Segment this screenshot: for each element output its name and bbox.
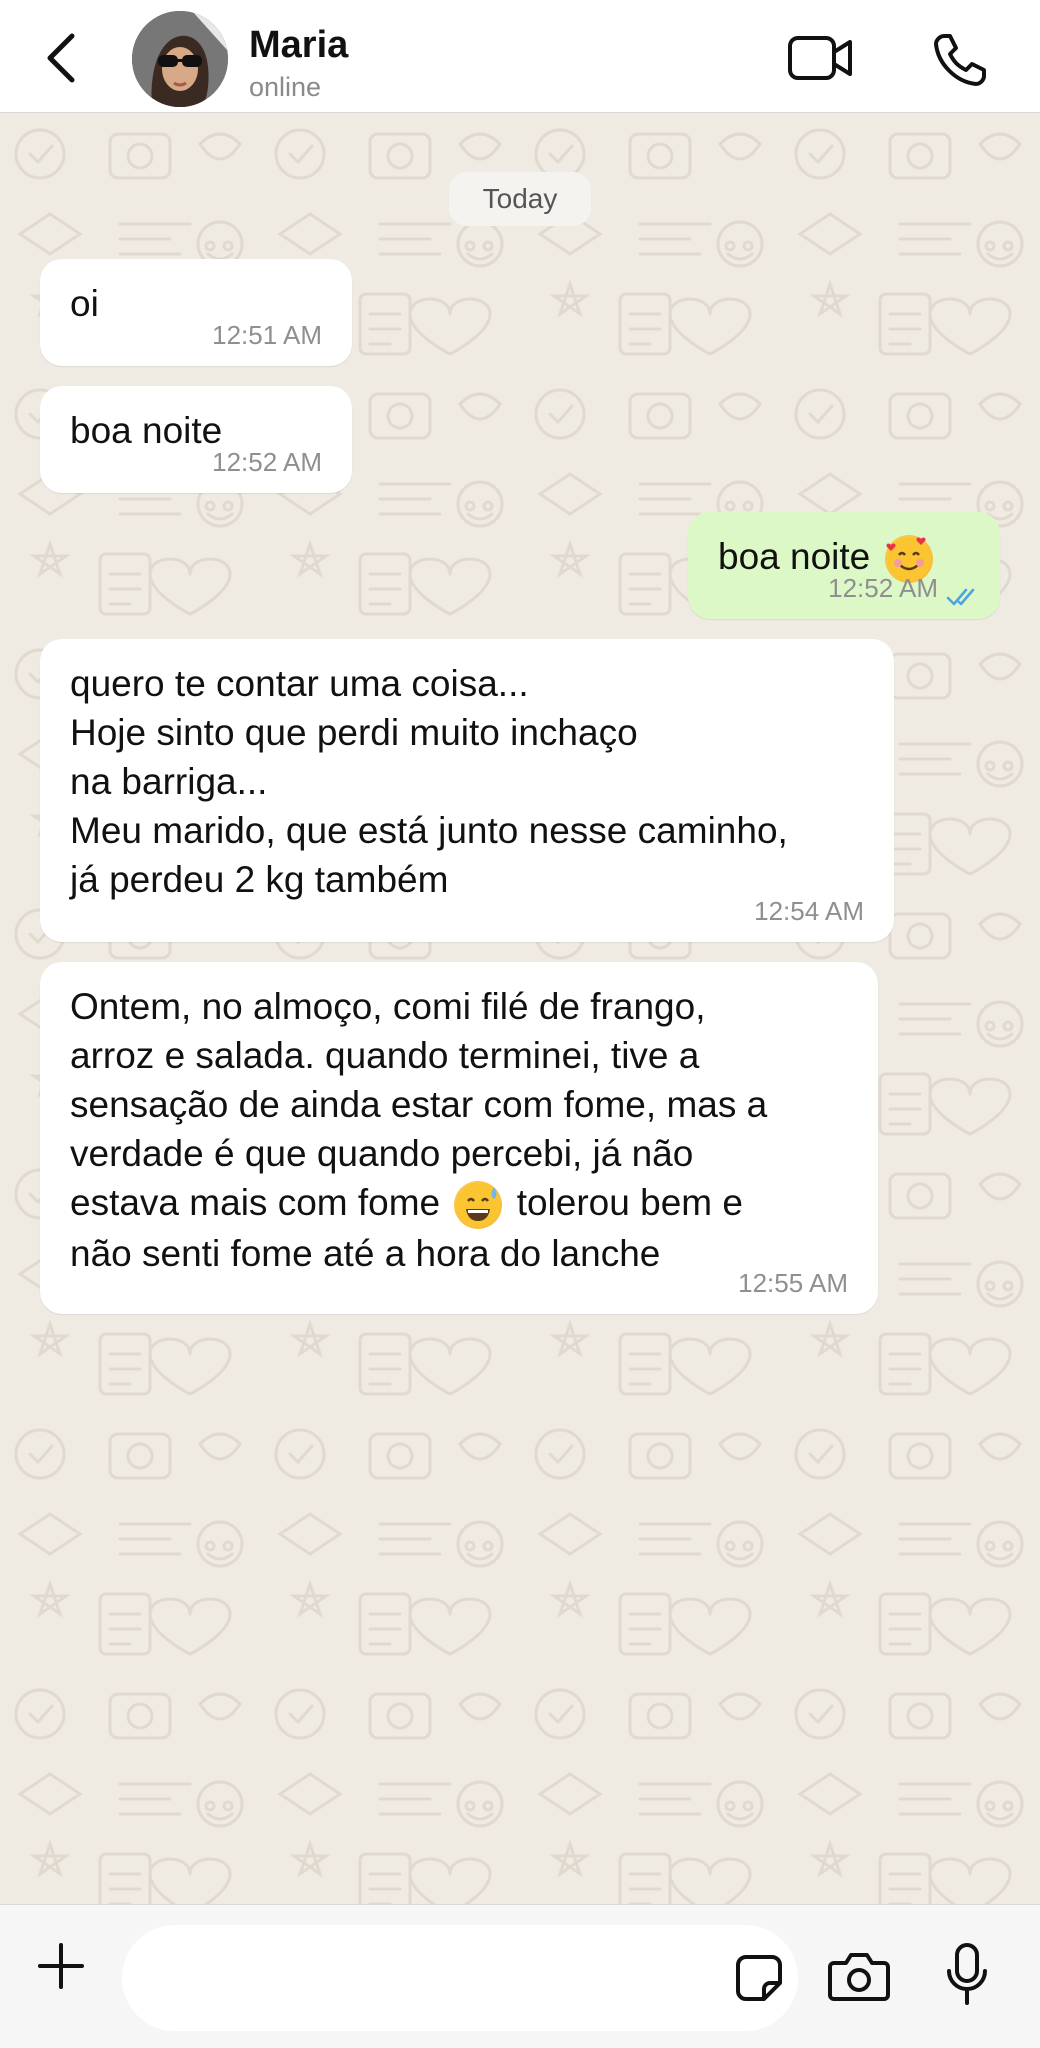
chat-header: Maria online <box>0 0 1040 113</box>
attach-button[interactable] <box>36 1941 86 1991</box>
avatar[interactable] <box>132 11 228 107</box>
message-bubble-incoming[interactable]: boa noite 12:52 AM <box>40 386 352 493</box>
message-time: 12:55 AM <box>738 1268 848 1298</box>
date-separator: Today <box>449 172 591 226</box>
camera-icon <box>828 1953 890 2001</box>
message-bubble-incoming[interactable]: quero te contar uma coisa... Hoje sinto … <box>40 639 894 942</box>
microphone-icon <box>947 1943 987 2005</box>
composer-bar <box>0 1904 1040 2048</box>
sticker-button[interactable] <box>734 1953 784 2003</box>
grinning-face-with-sweat-icon <box>454 1181 503 1230</box>
message-text: quero te contar uma coisa... Hoje sinto … <box>70 663 788 900</box>
message-time: 12:52 AM <box>212 447 322 477</box>
read-receipt-double-check-icon <box>946 588 975 606</box>
avatar-image <box>132 11 228 107</box>
message-bubble-incoming[interactable]: Ontem, no almoço, comi filé de frango, a… <box>40 962 878 1314</box>
phone-call-icon <box>934 34 986 86</box>
message-time: 12:51 AM <box>212 320 322 350</box>
voice-call-button[interactable] <box>930 30 990 90</box>
contact-status: online <box>249 72 322 102</box>
message-input[interactable] <box>122 1925 798 2031</box>
voice-message-button[interactable] <box>944 1941 990 2007</box>
chat-area[interactable]: Today oi 12:51 AM boa noite 12:52 AM boa… <box>0 114 1040 1904</box>
sticker-icon <box>736 1955 782 2001</box>
contact-name[interactable]: Maria <box>249 24 348 67</box>
video-call-icon <box>788 36 852 80</box>
message-time: 12:54 AM <box>754 896 864 926</box>
camera-button[interactable] <box>828 1949 890 2003</box>
message-bubble-outgoing[interactable]: boa noite 12:52 AM <box>688 512 1000 619</box>
back-button[interactable] <box>42 30 82 86</box>
message-text: Ontem, no almoço, comi filé de frango, a… <box>70 982 848 1278</box>
back-chevron-icon <box>47 33 75 83</box>
plus-icon <box>38 1943 84 1989</box>
message-bubble-incoming[interactable]: oi 12:51 AM <box>40 259 352 366</box>
message-time: 12:52 AM <box>828 573 938 603</box>
video-call-button[interactable] <box>786 30 856 86</box>
